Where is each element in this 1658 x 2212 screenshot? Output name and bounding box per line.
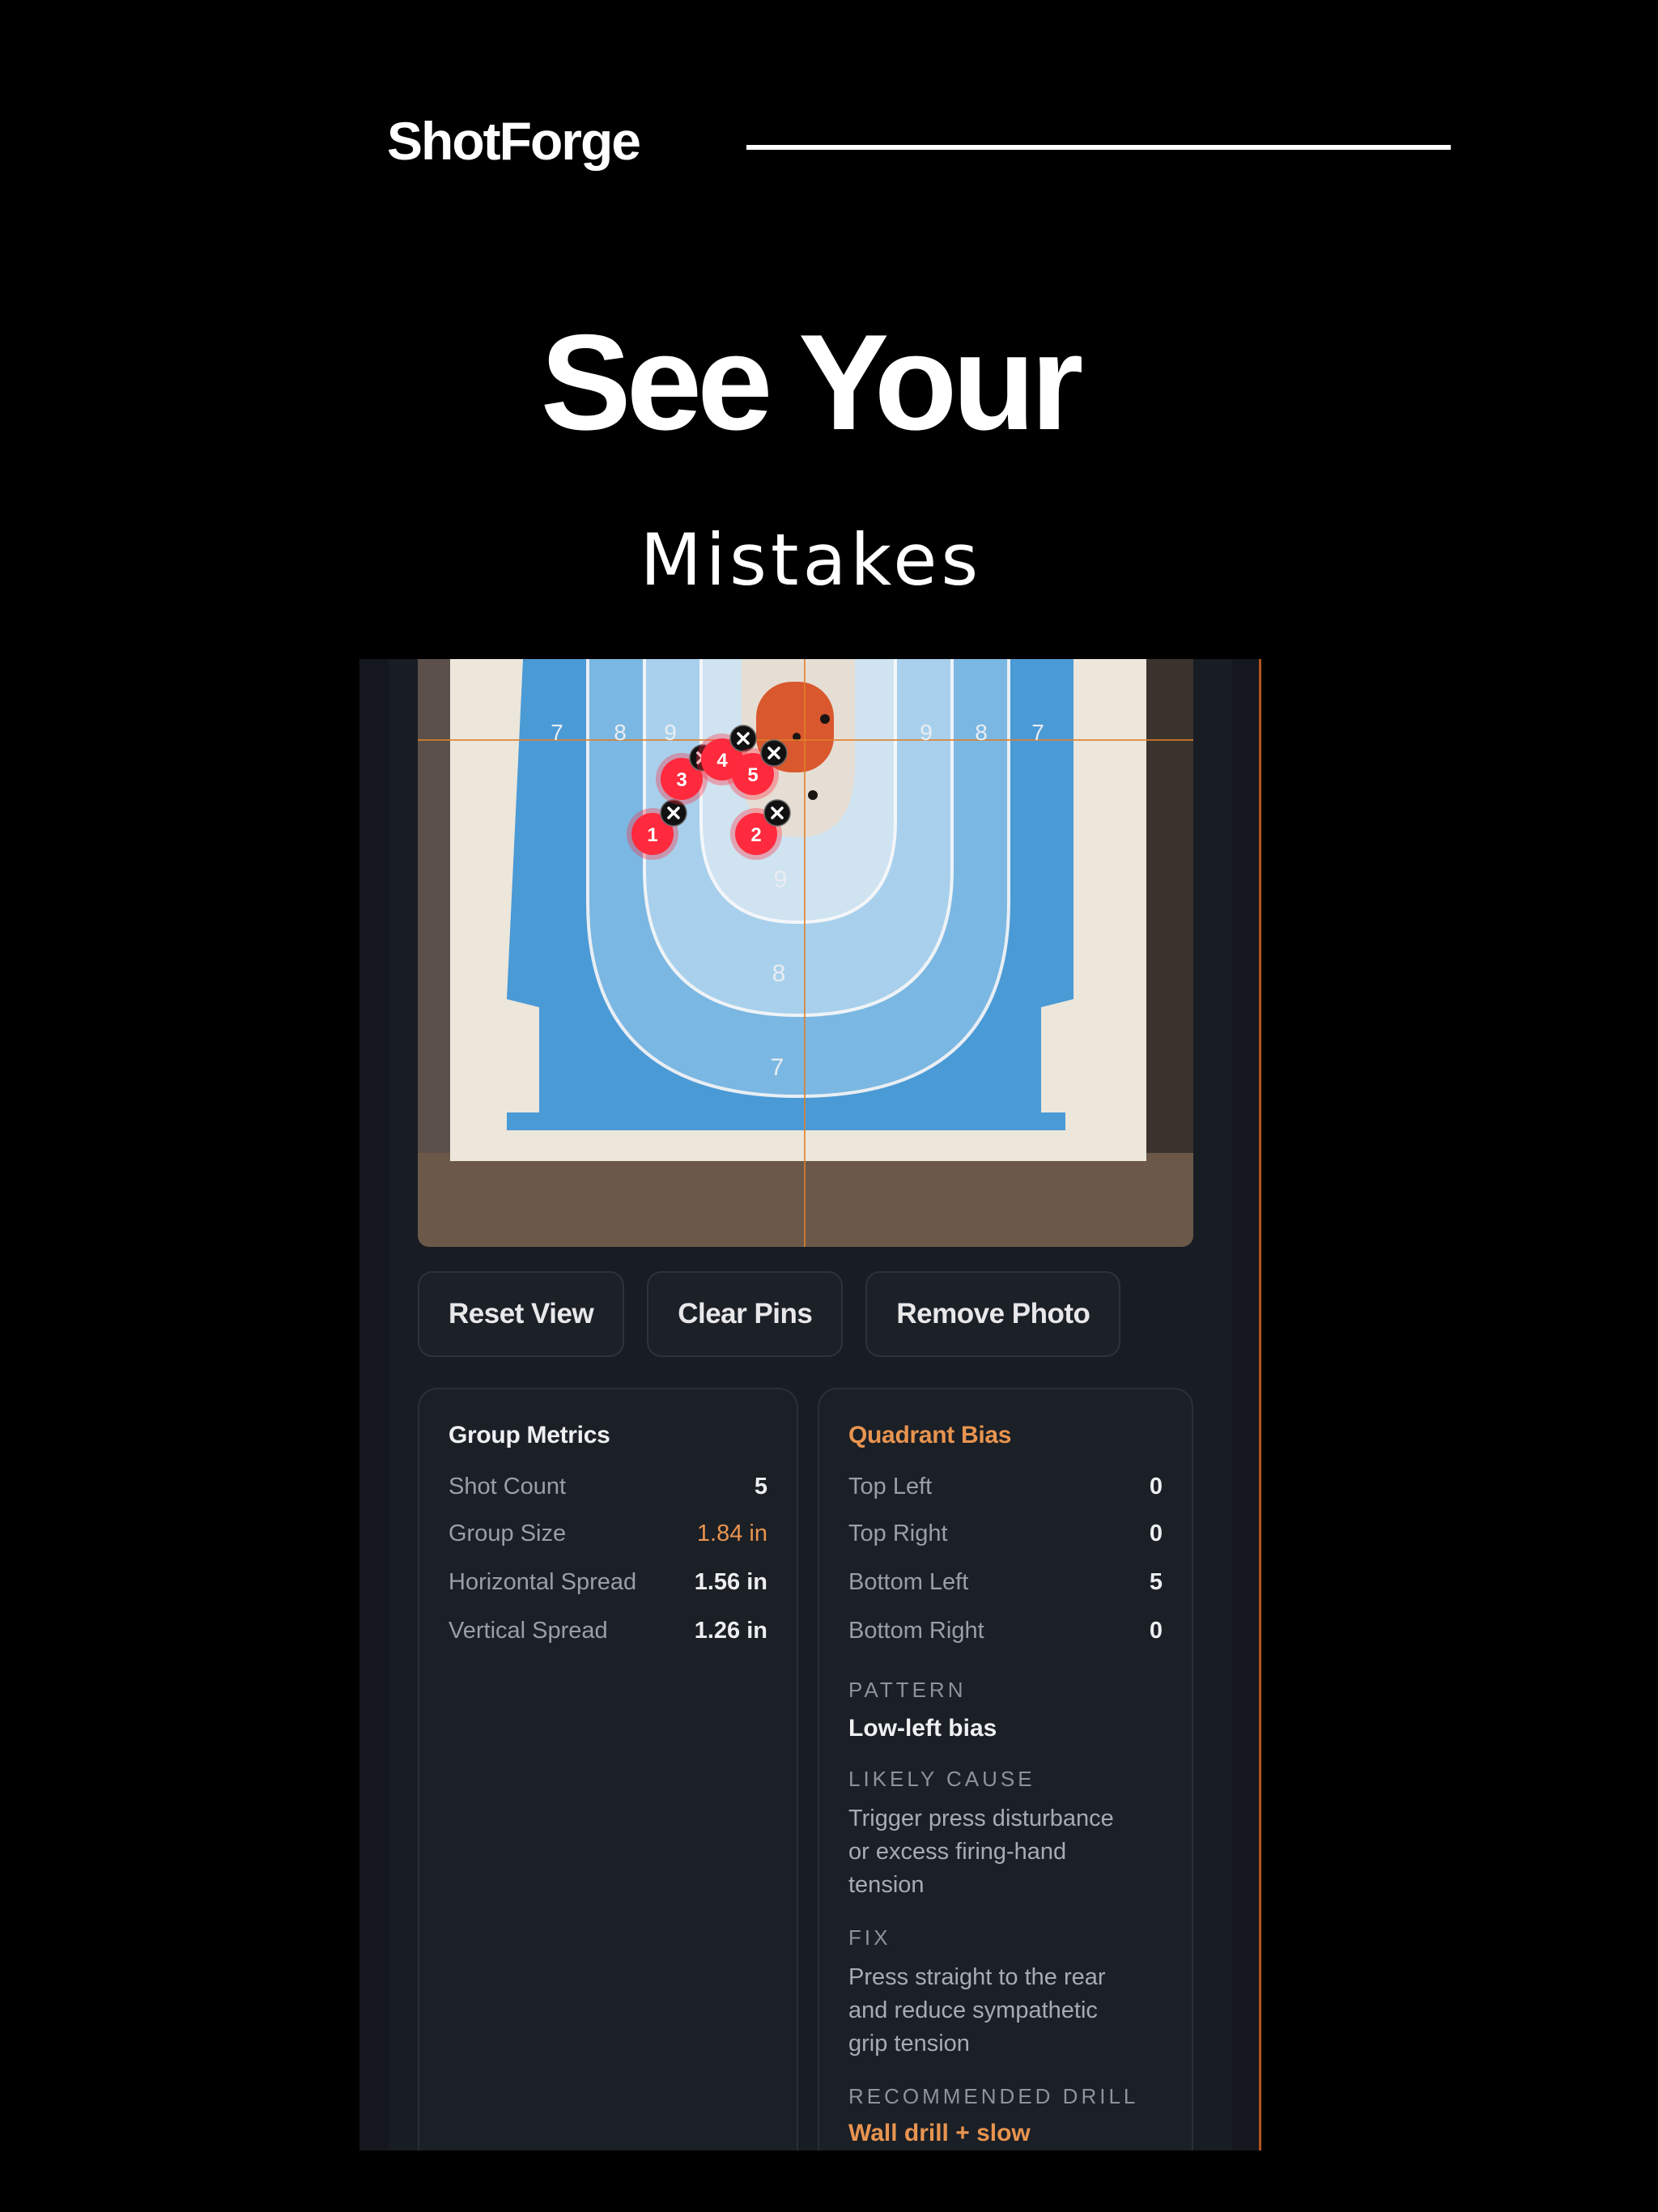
bias-value: 5: [1149, 1568, 1163, 1595]
bias-row: Bottom Left 5: [848, 1566, 1163, 1598]
drill-label: RECOMMENDED DRILL: [848, 2084, 1139, 2108]
brand-logo: ShotForge: [387, 111, 641, 171]
bias-value: 0: [1149, 1473, 1163, 1499]
bias-value: 0: [1149, 1520, 1163, 1546]
clear-pins-button[interactable]: Clear Pins: [647, 1271, 844, 1357]
cause-line: Trigger press disturbance: [848, 1806, 1114, 1831]
shot-pin-label: 4: [716, 750, 728, 772]
ring-number-label: 9: [664, 720, 677, 745]
metric-label: Shot Count: [449, 1473, 567, 1499]
metric-row: Horizontal Spread 1.56 in: [449, 1566, 767, 1598]
fix-label: FIX: [848, 1925, 891, 1950]
metric-label: Vertical Spread: [449, 1617, 608, 1644]
ring-number-label: 7: [1031, 720, 1044, 745]
ring-number-label: 8: [975, 720, 988, 745]
bias-row: Top Left 0: [848, 1470, 1163, 1503]
remove-photo-button[interactable]: Remove Photo: [865, 1271, 1121, 1357]
shot-pin-label: 2: [750, 824, 761, 846]
remove-pin-icon[interactable]: [729, 725, 757, 752]
group-metrics-title: Group Metrics: [449, 1422, 610, 1448]
drill-value: Wall drill + slow: [848, 2120, 1031, 2146]
remove-pin-icon[interactable]: [760, 739, 788, 767]
bias-label: Top Left: [848, 1473, 933, 1499]
ring-number-label: 7: [771, 1054, 784, 1081]
hero-subtitle: Mistakes: [640, 518, 983, 602]
bias-label: Bottom Left: [848, 1568, 969, 1595]
ring-number-label: 8: [614, 720, 627, 745]
metric-row: Vertical Spread 1.26 in: [449, 1614, 767, 1647]
metric-row: Shot Count 5: [449, 1470, 767, 1503]
quadrant-bias-card: Quadrant Bias Top Left 0 Top Right 0 Bot…: [818, 1388, 1193, 2150]
fix-line: and reduce sympathetic: [848, 1997, 1098, 2023]
shot-pin-label: 3: [676, 769, 687, 791]
group-metrics-card: Group Metrics Shot Count 5 Group Size 1.…: [418, 1388, 798, 2150]
metric-value: 1.56 in: [694, 1568, 767, 1595]
metric-label: Horizontal Spread: [449, 1568, 637, 1595]
bias-value: 0: [1149, 1617, 1163, 1644]
bias-row: Bottom Right 0: [848, 1614, 1163, 1647]
cause-line: or excess firing-hand: [848, 1839, 1067, 1865]
cause-text: Trigger press disturbance or excess firi…: [848, 1802, 1172, 1902]
ring-number-label: 7: [551, 720, 563, 745]
bias-label: Bottom Right: [848, 1617, 984, 1644]
metric-value: 5: [754, 1473, 767, 1499]
app-panel: 789987 987 12345 Reset View Clear Pins R…: [359, 659, 1261, 2150]
shot-pin-label: 1: [647, 824, 657, 846]
shot-pin-label: 5: [747, 764, 758, 786]
fix-line: grip tension: [848, 2031, 970, 2057]
bias-row: Top Right 0: [848, 1517, 1163, 1550]
cause-line: tension: [848, 1872, 925, 1898]
bias-label: Top Right: [848, 1520, 948, 1546]
photo-controls: Reset View Clear Pins Remove Photo: [418, 1271, 1121, 1359]
quadrant-bias-title: Quadrant Bias: [848, 1422, 1012, 1448]
fix-text: Press straight to the rear and reduce sy…: [848, 1961, 1172, 2061]
target-photo[interactable]: 7 8 9 9 8 7 9 8 7 1 2 3 45: [418, 659, 1193, 1247]
reset-view-button[interactable]: Reset View: [418, 1271, 625, 1357]
brand-divider: [746, 145, 1451, 150]
hero-title: See Your: [540, 306, 1084, 458]
ring-number-label: 9: [774, 866, 788, 893]
pattern-value: Low-left bias: [848, 1715, 997, 1742]
cause-label: LIKELY CAUSE: [848, 1767, 1035, 1791]
pattern-label: PATTERN: [848, 1678, 967, 1702]
panel-accent-edge: [1259, 659, 1261, 2150]
ring-number-label: 9: [920, 720, 933, 745]
fix-line: Press straight to the rear: [848, 1964, 1106, 1990]
metric-value: 1.84 in: [696, 1520, 767, 1546]
remove-pin-icon[interactable]: [763, 799, 791, 827]
ring-number-label: 8: [772, 960, 786, 987]
metric-row: Group Size 1.84 in: [449, 1517, 767, 1550]
metric-value: 1.26 in: [694, 1617, 767, 1644]
metric-label: Group Size: [449, 1520, 567, 1546]
